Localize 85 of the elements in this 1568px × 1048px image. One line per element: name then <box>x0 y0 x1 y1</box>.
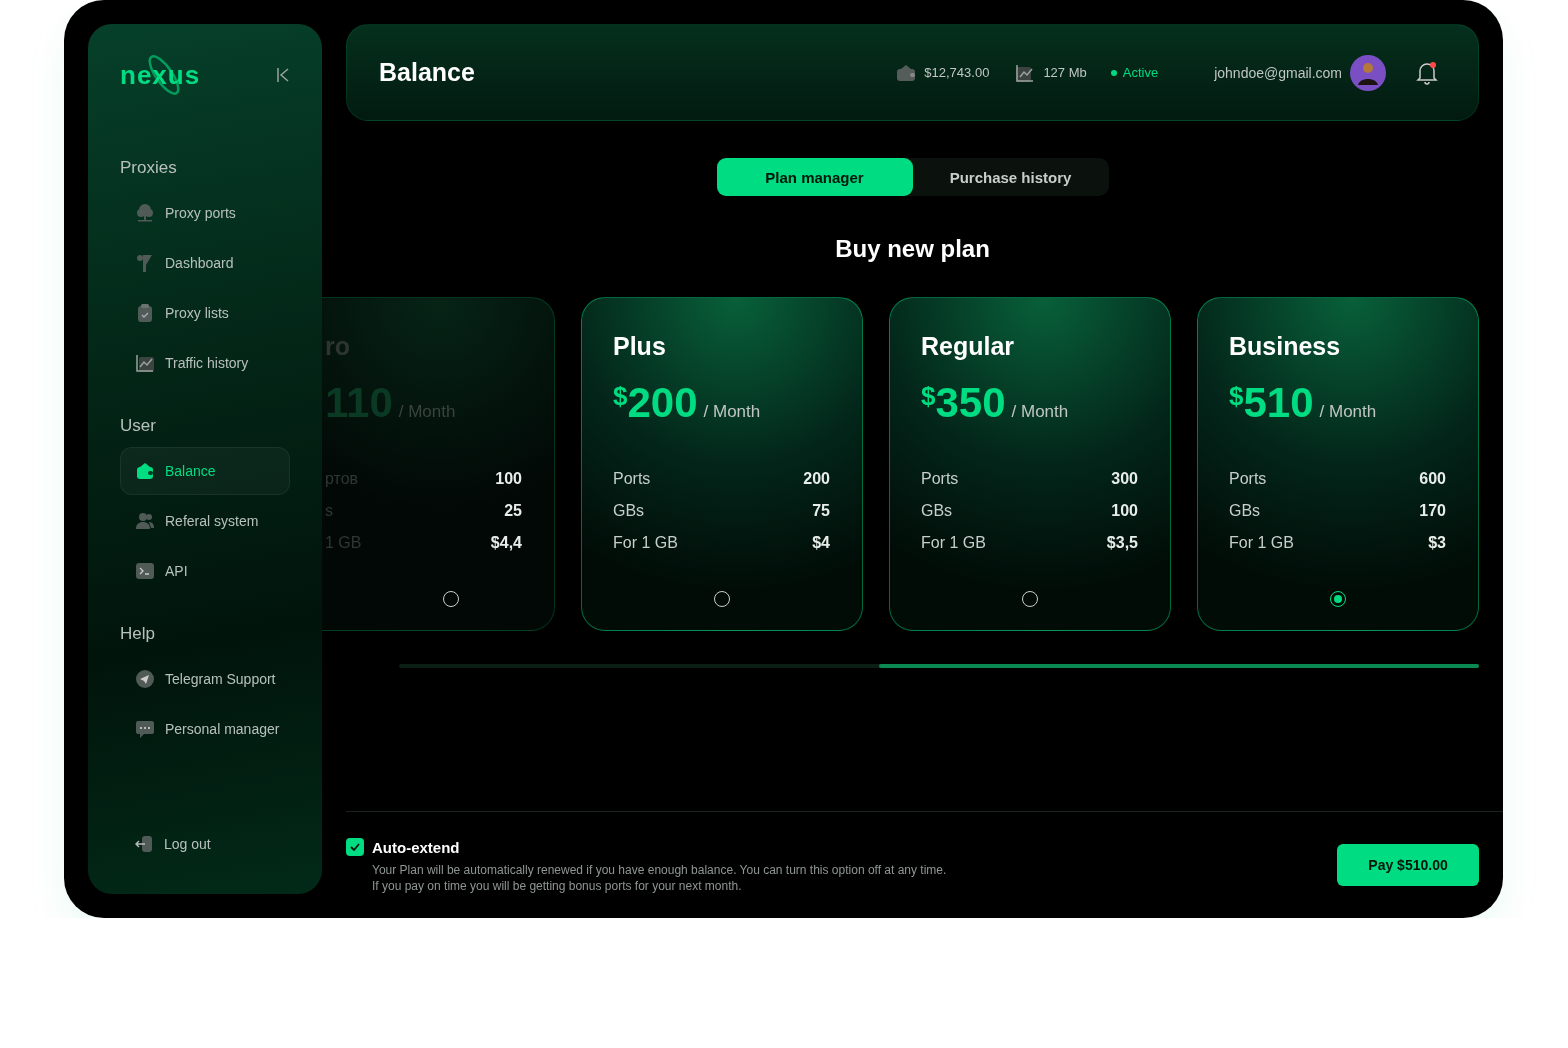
plan-feature-label: For 1 GB <box>1229 534 1294 552</box>
plan-price: 510 <box>1243 379 1314 427</box>
users-icon <box>135 511 155 531</box>
pay-button[interactable]: Pay $510.00 <box>1337 844 1479 886</box>
plan-price: 200 <box>627 379 698 427</box>
tab[interactable]: Purchase history <box>912 158 1109 196</box>
logout-label: Log out <box>164 836 211 852</box>
nav-item[interactable]: Telegram Support <box>120 655 290 703</box>
check-icon <box>350 843 360 851</box>
nav-item[interactable]: Balance <box>120 447 290 495</box>
chat-icon <box>135 719 155 739</box>
bell-icon <box>1416 60 1438 85</box>
nav-label: Dashboard <box>165 255 234 271</box>
plan-title: Regular <box>921 332 1016 361</box>
nav-item[interactable]: API <box>120 547 290 595</box>
avatar[interactable] <box>1350 54 1386 91</box>
section-title: User <box>120 416 157 436</box>
plan-feature-label: Ports <box>921 470 959 488</box>
plan-feature-label: For 1 GB <box>921 534 986 552</box>
plan-title: Business <box>1229 332 1342 361</box>
pin-icon <box>135 253 155 273</box>
plan-feature-value: $3 <box>1428 534 1446 552</box>
nav-label: Traffic history <box>165 355 249 371</box>
plan-feature-value: 100 <box>495 470 522 488</box>
scrollbar-thumb[interactable] <box>879 664 1479 668</box>
status-text: Active <box>1110 65 1159 80</box>
currency-sign: $ <box>1229 381 1244 411</box>
chart-icon <box>135 353 155 373</box>
plan-feature-value: 100 <box>1111 502 1138 520</box>
nav-label: API <box>165 563 188 579</box>
nav-item[interactable]: Personal manager <box>120 705 290 753</box>
notification-button[interactable] <box>1416 60 1438 85</box>
page-title: Balance <box>379 58 476 87</box>
plan-feature-label: Ports <box>613 470 651 488</box>
nav-label: Telegram Support <box>165 671 276 687</box>
section-title: Proxies <box>120 158 178 178</box>
plan-feature-value: 170 <box>1419 502 1446 520</box>
plan-feature-value: 600 <box>1419 470 1446 488</box>
traffic-amount: 127 Mb <box>1043 65 1087 80</box>
plan-feature-value: 200 <box>803 470 830 488</box>
nav-item[interactable]: Dashboard <box>120 239 290 287</box>
tab[interactable]: Plan manager <box>716 158 913 196</box>
auto-extend-checkbox[interactable] <box>346 838 364 856</box>
terminal-icon <box>135 561 155 581</box>
plan-period: / Month <box>1319 402 1377 422</box>
plan-feature-value: 75 <box>812 502 830 520</box>
section-title: Help <box>120 624 156 644</box>
plan-feature-label: For 1 GB <box>613 534 678 552</box>
option-description: Your Plan will be automatically renewed if you have enough balance. You can turn this option off at any time. If you pay on time you will be getting bonus ports for your next month. <box>372 862 948 894</box>
user-email: johndoe@gmail.com <box>1214 64 1342 81</box>
currency-sign: $ <box>613 381 628 411</box>
chart-icon <box>1015 62 1036 83</box>
nav-label: Proxy ports <box>165 205 236 221</box>
nav-item[interactable]: Proxy ports <box>120 189 290 237</box>
nav-label: Referal system <box>165 513 259 529</box>
plan-title: Plus <box>613 332 667 361</box>
nav-label: Balance <box>165 463 216 479</box>
nav-item[interactable]: Referal system <box>120 497 290 545</box>
clipboard-icon <box>135 303 155 323</box>
plan-feature-label: GBs <box>921 502 953 520</box>
plan-feature-value: 300 <box>1111 470 1138 488</box>
currency-sign: $ <box>921 381 936 411</box>
plan-price: 350 <box>935 379 1006 427</box>
plan-feature-label: Ports <box>1229 470 1267 488</box>
plan-feature-value: $4,4 <box>490 534 522 552</box>
section-heading: Buy new plan <box>835 235 990 263</box>
logout-icon <box>134 834 154 854</box>
plan-feature-label: GBs <box>613 502 645 520</box>
wallet-icon <box>135 461 155 481</box>
plan-period: / Month <box>703 402 761 422</box>
checkbox-label: Auto-extend <box>372 838 460 856</box>
nav-item[interactable]: Traffic history <box>120 339 290 387</box>
plan-feature-label: GBs <box>1229 502 1261 520</box>
plan-feature-value: 25 <box>504 502 522 520</box>
plan-period: / Month <box>1011 402 1069 422</box>
logout-item[interactable]: Log out <box>120 834 322 854</box>
plan-feature-value: $4 <box>812 534 830 552</box>
nav-item[interactable]: Proxy lists <box>120 289 290 337</box>
wallet-icon <box>896 63 917 82</box>
nav-label: Proxy lists <box>165 305 229 321</box>
send-icon <box>135 669 155 689</box>
balance-amount: $12,743.00 <box>924 65 990 80</box>
plan-feature-value: $3,5 <box>1106 534 1138 552</box>
tree-icon <box>135 203 155 223</box>
nav-label: Personal manager <box>165 721 280 737</box>
